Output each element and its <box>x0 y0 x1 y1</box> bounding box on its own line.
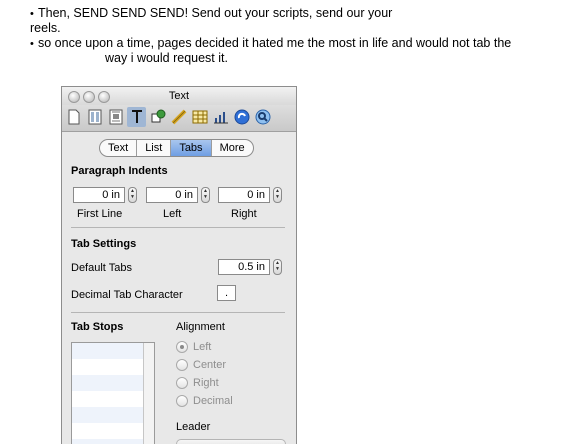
tab-tabs[interactable]: Tabs <box>171 140 212 156</box>
text-icon[interactable] <box>127 107 146 127</box>
list-item[interactable] <box>72 391 154 407</box>
radio-label: Decimal <box>193 395 233 407</box>
note-line-2: reels. <box>30 21 61 36</box>
alignment-right-radio[interactable]: Right <box>176 377 219 389</box>
note-text: so once upon a time, pages decided it ha… <box>38 36 512 50</box>
list-item[interactable] <box>72 359 154 375</box>
default-tabs-label: Default Tabs <box>71 262 132 274</box>
right-indent-label: Right <box>231 208 257 220</box>
title-bar: Text <box>62 87 296 105</box>
note-line-1: • Then, SEND SEND SEND! Send out your scr… <box>30 6 392 22</box>
first-line-label: First Line <box>77 208 123 220</box>
note-line-4: way i would request it. <box>105 51 228 66</box>
tab-list[interactable]: List <box>137 140 172 156</box>
list-item[interactable] <box>72 423 154 439</box>
wrap-icon[interactable] <box>106 107 125 127</box>
radio-button[interactable] <box>176 377 188 389</box>
first-line-stepper[interactable]: ▲ ▼ <box>128 187 137 203</box>
tab-text[interactable]: Text <box>100 140 138 156</box>
default-tabs-stepper[interactable]: ▲ ▼ <box>273 259 282 275</box>
left-indent-label: Left <box>163 208 182 220</box>
layout-icon[interactable] <box>85 107 104 127</box>
decimal-char-field[interactable]: . <box>217 285 236 301</box>
tab-more[interactable]: More <box>212 140 253 156</box>
alignment-label: Alignment <box>176 321 225 333</box>
quicktime-icon[interactable] <box>253 107 272 127</box>
list-item[interactable] <box>72 407 154 423</box>
table-icon[interactable] <box>190 107 209 127</box>
radio-label: Center <box>193 359 227 371</box>
inspector-tabs: Text List Tabs More <box>99 139 254 157</box>
right-indent-field[interactable]: 0 in <box>218 187 270 203</box>
document-icon[interactable] <box>64 107 83 127</box>
divider <box>71 227 285 228</box>
left-indent-stepper[interactable]: ▲ ▼ <box>201 187 210 203</box>
note-text: Then, SEND SEND SEND! Send out your scri… <box>38 6 393 20</box>
radio-button[interactable] <box>176 359 188 371</box>
window-title: Text <box>168 90 190 102</box>
note-text: reels. <box>30 21 61 35</box>
inspector-toolbar <box>62 105 296 132</box>
bullet: • <box>30 38 34 50</box>
tab-settings-title: Tab Settings <box>71 238 137 250</box>
right-indent-stepper[interactable]: ▲ ▼ <box>273 187 282 203</box>
leader-dropdown[interactable] <box>176 439 286 444</box>
list-item[interactable] <box>72 343 154 359</box>
alignment-decimal-radio[interactable]: Decimal <box>176 395 233 407</box>
divider <box>71 312 285 313</box>
tab-stops-title: Tab Stops <box>71 321 124 333</box>
radio-label: Left <box>193 341 212 353</box>
metrics-icon[interactable] <box>169 107 188 127</box>
tab-stops-list[interactable] <box>71 342 155 444</box>
default-tabs-field[interactable]: 0.5 in <box>218 259 270 275</box>
radio-button[interactable] <box>176 395 188 407</box>
note-line-3: • so once upon a time, pages decided it h… <box>30 36 511 52</box>
decimal-tab-label: Decimal Tab Character <box>71 289 183 301</box>
paragraph-indents-title: Paragraph Indents <box>71 165 168 177</box>
first-line-field[interactable]: 0 in <box>73 187 125 203</box>
chart-icon[interactable] <box>211 107 230 127</box>
list-item[interactable] <box>72 439 154 444</box>
leader-label: Leader <box>176 421 211 433</box>
graphic-icon[interactable] <box>148 107 167 127</box>
left-indent-field[interactable]: 0 in <box>146 187 198 203</box>
text-inspector-window: Text Text List Tabs More Paragraph Inden… <box>61 86 297 444</box>
list-scrollbar[interactable] <box>143 343 154 444</box>
bullet: • <box>30 8 34 20</box>
list-item[interactable] <box>72 375 154 391</box>
radio-button[interactable] <box>176 341 188 353</box>
link-icon[interactable] <box>232 107 251 127</box>
note-text: way i would request it. <box>105 51 228 65</box>
alignment-center-radio[interactable]: Center <box>176 359 226 371</box>
alignment-left-radio[interactable]: Left <box>176 341 211 353</box>
radio-label: Right <box>193 377 219 389</box>
